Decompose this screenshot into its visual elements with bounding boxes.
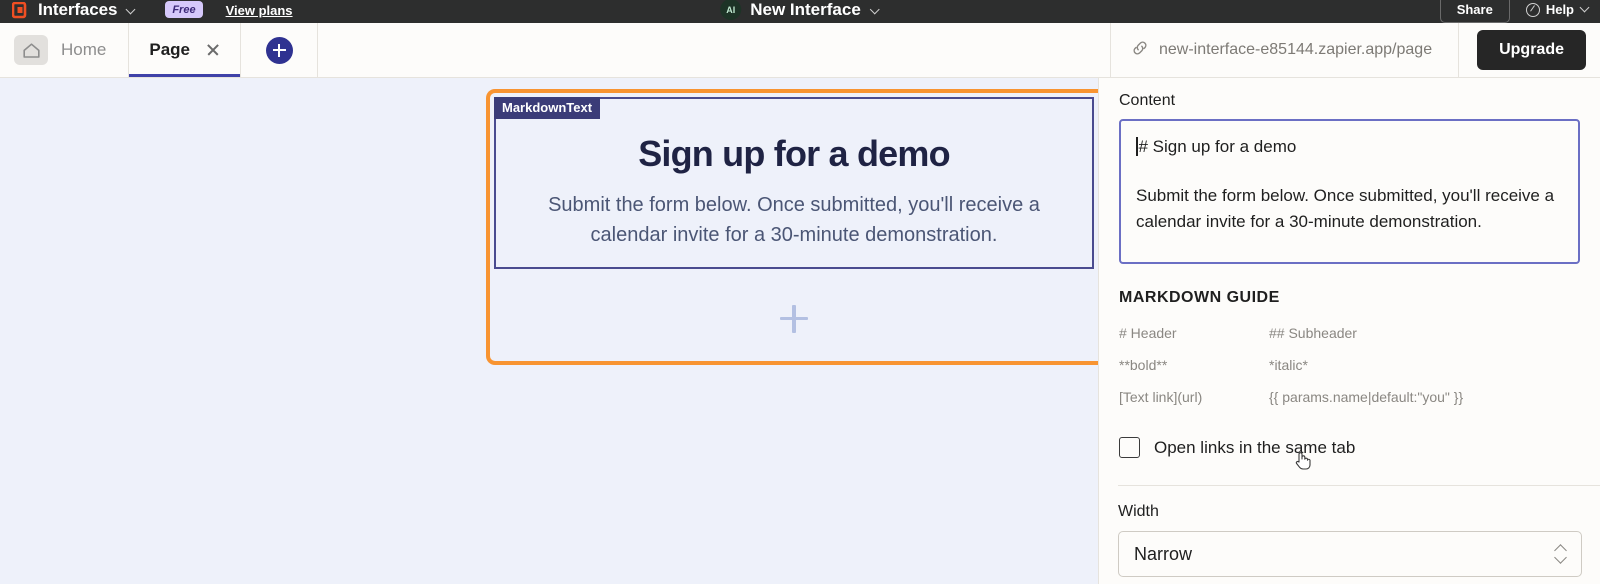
- content-textarea[interactable]: # Sign up for a demo Submit the form bel…: [1119, 119, 1580, 264]
- panel-content: Content # Sign up for a demo Submit the …: [1099, 78, 1600, 458]
- content-line-1: # Sign up for a demo: [1136, 134, 1563, 160]
- content-label: Content: [1119, 92, 1176, 109]
- plan-badge: Free: [165, 1, 203, 18]
- home-tab-label: Home: [61, 40, 107, 59]
- topbar-right-group: Share Help: [1439, 0, 1590, 23]
- chevron-down-icon[interactable]: [870, 5, 880, 15]
- home-icon: [14, 35, 48, 65]
- guide-item: ## Subheader: [1269, 325, 1357, 341]
- panel-divider: [1118, 485, 1600, 486]
- open-links-label: Open links in the same tab: [1154, 437, 1356, 457]
- share-button[interactable]: Share: [1439, 0, 1510, 23]
- guide-item: *italic*: [1269, 357, 1308, 373]
- page-tab-label: Page: [149, 40, 190, 59]
- help-button[interactable]: Help: [1525, 2, 1590, 17]
- block-type-badge: MarkdownText: [494, 97, 601, 119]
- zapier-logo-icon: [12, 2, 29, 19]
- upgrade-cell: Upgrade: [1459, 23, 1600, 77]
- plus-circle-icon: [265, 36, 293, 64]
- chevron-updown-icon[interactable]: [1553, 543, 1567, 565]
- close-icon[interactable]: [206, 43, 220, 57]
- help-label: Help: [1545, 2, 1574, 17]
- brand-name[interactable]: Interfaces: [38, 0, 117, 20]
- text-caret: [1136, 137, 1138, 156]
- width-section: Width Narrow: [1118, 503, 1600, 577]
- page-canvas[interactable]: MarkdownText Sign up for a demo Submit t…: [0, 78, 1098, 584]
- width-selected-value: Narrow: [1134, 543, 1193, 564]
- content-line-2: Submit the form below. Once submitted, y…: [1136, 185, 1555, 231]
- ai-badge-icon: AI: [720, 0, 742, 20]
- view-plans-link[interactable]: View plans: [226, 3, 293, 18]
- markdown-text-block[interactable]: MarkdownText Sign up for a demo Submit t…: [494, 97, 1094, 269]
- block-paragraph: Submit the form below. Once submitted, y…: [548, 194, 1040, 246]
- link-icon: [1131, 39, 1149, 62]
- guide-item: {{ params.name|default:"you" }}: [1269, 389, 1464, 405]
- guide-item: # Header: [1119, 325, 1177, 341]
- add-page-button[interactable]: [241, 23, 318, 77]
- upgrade-button[interactable]: Upgrade: [1477, 30, 1586, 70]
- guide-item: **bold**: [1119, 357, 1168, 373]
- block-heading: Sign up for a demo: [638, 133, 950, 174]
- add-block-button[interactable]: [490, 305, 1098, 333]
- chevron-down-icon[interactable]: [126, 5, 136, 15]
- open-links-checkbox[interactable]: [1119, 437, 1140, 458]
- selected-block-container[interactable]: MarkdownText Sign up for a demo Submit t…: [486, 89, 1098, 365]
- editor-tabbar: Home Page new-interface-e85144.zapier.ap…: [0, 23, 1600, 78]
- topbar-center-group: AI New Interface: [720, 0, 880, 23]
- markdown-guide-grid: # Header ## Subheader **bold** *italic* …: [1119, 325, 1580, 405]
- topbar-left-group: Interfaces Free View plans: [0, 0, 293, 23]
- interfaces-editor: Interfaces Free View plans AI New Interf…: [0, 0, 1600, 584]
- plus-icon: [780, 305, 808, 333]
- tabbar-spacer: [318, 23, 1110, 77]
- chevron-down-icon: [1580, 3, 1590, 13]
- page-tab[interactable]: Page: [129, 23, 241, 77]
- width-label: Width: [1118, 503, 1159, 520]
- guide-item: [Text link](url): [1119, 389, 1203, 405]
- help-circle-icon: [1525, 2, 1540, 17]
- interface-name[interactable]: New Interface: [750, 0, 861, 20]
- width-select[interactable]: Narrow: [1118, 531, 1582, 577]
- page-url-text: new-interface-e85144.zapier.app/page: [1159, 41, 1433, 58]
- page-url[interactable]: new-interface-e85144.zapier.app/page: [1110, 23, 1460, 77]
- markdown-guide-title: MARKDOWN GUIDE: [1119, 289, 1280, 306]
- app-topbar: Interfaces Free View plans AI New Interf…: [0, 0, 1600, 23]
- home-tab[interactable]: Home: [0, 23, 130, 77]
- open-links-same-tab-row[interactable]: Open links in the same tab: [1119, 437, 1580, 458]
